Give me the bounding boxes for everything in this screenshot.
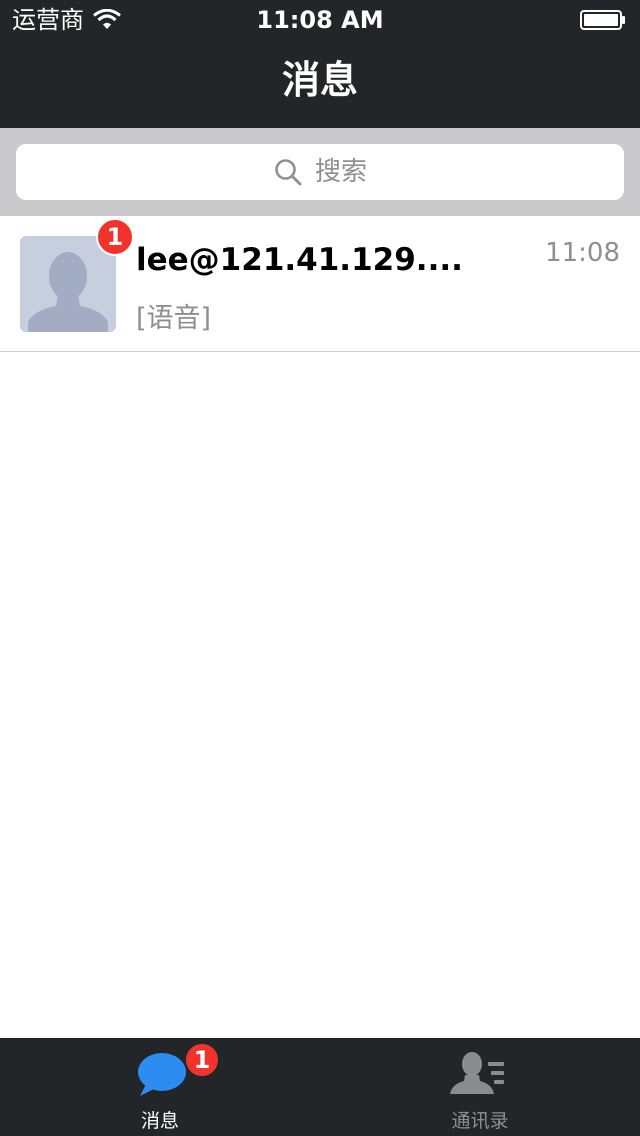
search-placeholder: 搜索: [314, 157, 367, 187]
search-bar: 搜索: [0, 128, 640, 216]
tab-contacts-label: 通讯录: [451, 1110, 509, 1132]
page-title: 消息: [281, 58, 358, 102]
search-input-content: 搜索: [16, 144, 624, 200]
status-bar: 运营商 11:08 AM: [0, 0, 640, 40]
conversation-list: 1 lee@121.41.129.... 11:08 [语音]: [0, 216, 640, 352]
tab-messages-label: 消息: [140, 1110, 179, 1132]
search-icon: [275, 159, 302, 186]
battery-icon: [580, 10, 625, 30]
conversation-time: 11:08: [545, 238, 620, 268]
conversation-last-message: [语音]: [136, 303, 212, 334]
search-input[interactable]: 搜索: [16, 144, 624, 200]
top-bar: 运营商 11:08 AM 消息: [0, 0, 640, 128]
app-screen: 运营商 11:08 AM 消息 搜索 1 lee@121.41.129.... …: [0, 0, 640, 1136]
tab-bar: 1 消息 通讯录: [0, 1038, 640, 1136]
tab-contacts[interactable]: 通讯录: [320, 1038, 640, 1136]
conversation-name: lee@121.41.129....: [136, 242, 463, 278]
contacts-icon: [450, 1052, 504, 1094]
status-time: 11:08 AM: [256, 6, 384, 34]
conversation-row[interactable]: 1 lee@121.41.129.... 11:08 [语音]: [0, 216, 640, 352]
tab-messages[interactable]: 1 消息: [0, 1038, 320, 1136]
unread-badge: 1: [96, 218, 134, 256]
chat-bubble-icon: [138, 1053, 186, 1096]
tab-messages-badge: 1: [184, 1042, 220, 1078]
